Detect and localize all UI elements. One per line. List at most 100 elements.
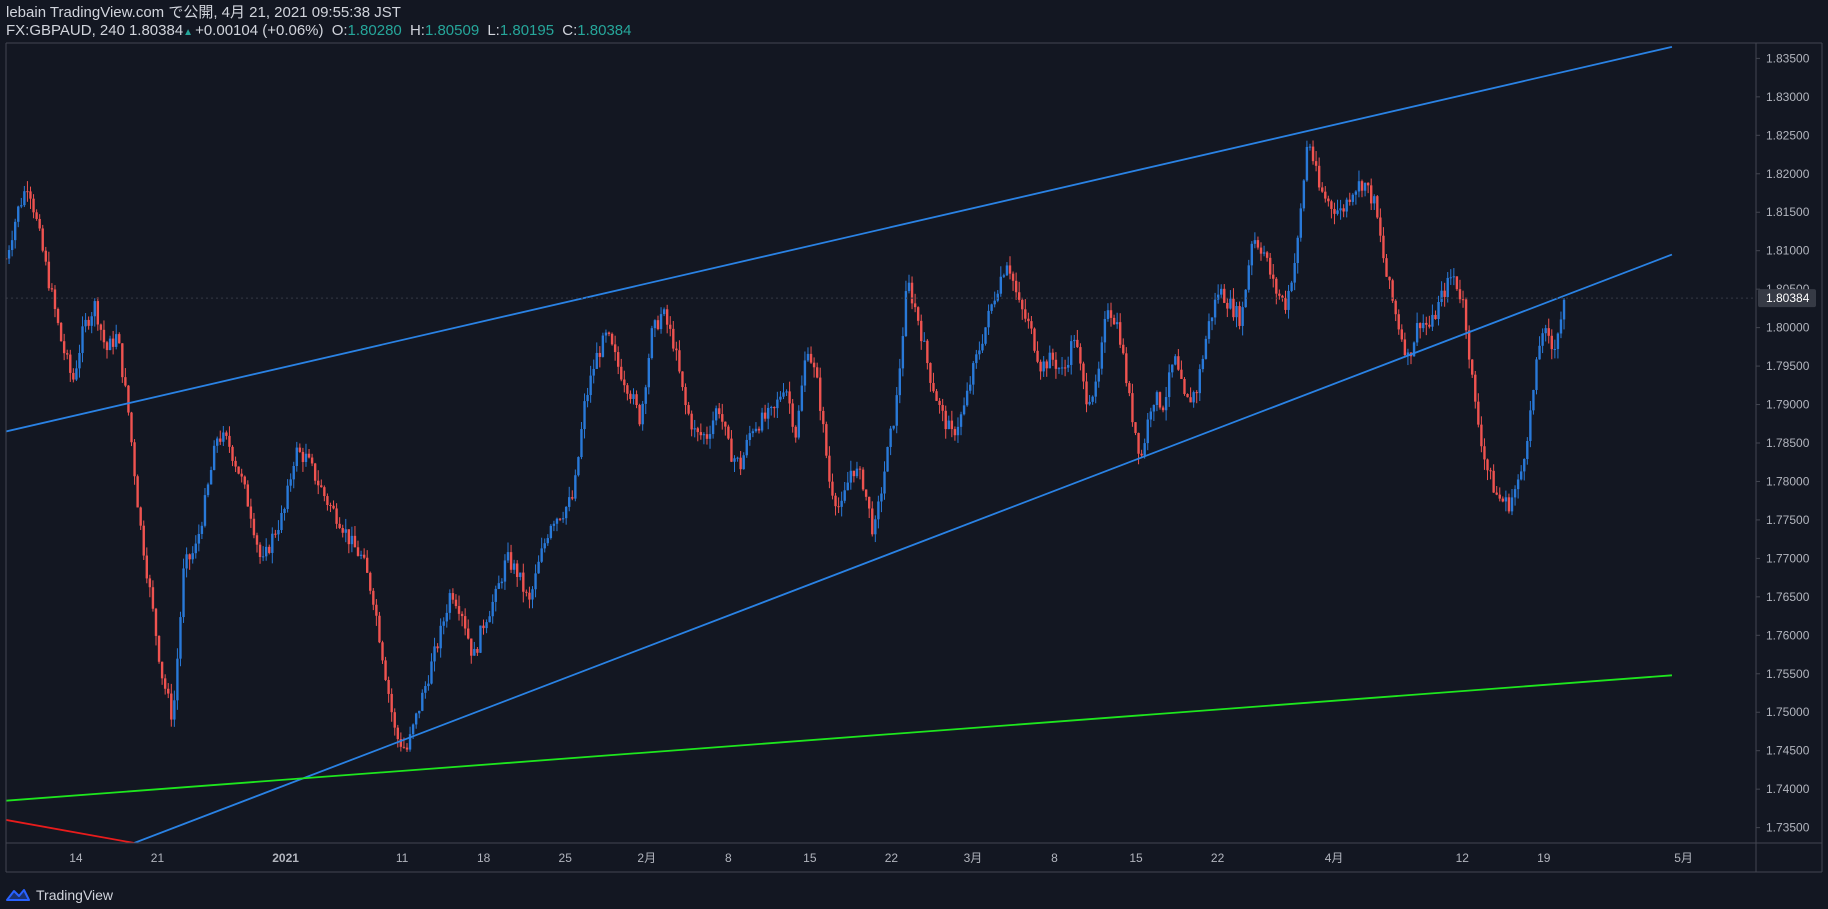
candle-body [540,548,543,562]
candle-body [981,343,984,351]
brand-footer[interactable]: TradingView [6,887,113,903]
candle-body [800,385,804,411]
candle-body [849,470,853,483]
candle-body [552,523,556,526]
candle-body [1238,306,1241,326]
symbol-label[interactable]: FX:GBPAUD, 240 [6,22,125,39]
price-tick-label: 1.78000 [1766,474,1810,488]
candle-body [1464,299,1468,331]
candle-body [182,568,185,618]
candle-body [877,501,880,520]
candle-body [812,362,816,368]
candle-body [289,479,292,486]
candle-body [482,625,485,629]
candle-body [234,460,237,467]
candle-body [613,344,617,353]
candle-body [620,366,623,380]
candle-body [1434,314,1437,320]
candle-body [375,604,378,616]
candle-body [803,360,807,386]
candle-body [50,288,54,290]
candle-body [1354,191,1358,195]
candle-body [1311,146,1315,162]
candle-body [1186,393,1189,398]
time-tick-label: 21 [151,851,165,865]
candle-body [1446,277,1449,297]
candle-body [255,535,259,545]
candle-body [1216,294,1220,300]
price-tick-label: 1.77500 [1766,513,1810,527]
candle-body [797,410,800,438]
candle-body [739,457,742,470]
candle-body [1131,393,1134,423]
candle-body [512,563,516,570]
candle-body [442,621,445,626]
candle-body [1452,276,1456,278]
candle-body [90,316,93,326]
candle-body [892,425,895,429]
candle-body [644,387,647,404]
candle-body [690,413,693,430]
candle-body [1382,235,1385,259]
candle-body [228,435,231,447]
candle-body [656,320,660,330]
price-chart[interactable]: 1.83500 1.83000 1.82500 1.82000 1.81500 1.810… [0,0,1828,909]
candle-body [1507,497,1511,512]
open-value: 1.80280 [347,22,402,39]
candle-body [310,457,314,464]
candle-body [332,505,335,509]
candle-body [1431,314,1434,327]
candle-body [926,340,929,364]
candle-body [78,352,81,369]
candle-body [353,535,357,548]
candle-body [1262,252,1266,254]
candle-body [1024,309,1027,319]
candle-body [1057,368,1061,370]
price-tick-label: 1.83000 [1766,90,1810,104]
candle-body [1425,322,1428,325]
price-tick-label: 1.79500 [1766,359,1810,373]
candle-body [1553,348,1557,350]
time-tick-label: 22 [1211,851,1225,865]
candle-body [1112,317,1116,325]
candle-body [200,525,204,534]
candle-body [436,646,439,649]
candle-body [114,334,118,347]
candle-body [519,572,522,577]
candle-body [1021,299,1024,310]
candle-body [280,512,283,531]
candle-body [124,377,127,386]
candle-body [108,338,112,351]
candle-body [604,332,608,336]
candle-body [1510,497,1514,512]
candle-body [953,429,957,436]
candle-body [62,341,66,354]
candle-body [788,391,791,404]
candle-body [794,426,797,438]
candle-body [1513,489,1517,498]
price-tick-label: 1.76000 [1766,628,1810,642]
candle-body [819,377,822,411]
candle-body [133,442,136,477]
candle-body [1327,198,1330,202]
time-tick-label: 8 [725,851,732,865]
candle-body [1544,328,1547,334]
candle-body [825,424,828,456]
candle-body [1369,185,1373,204]
candle-body [1122,344,1125,354]
time-tick-label: 5月 [1674,851,1693,865]
candle-body [356,547,360,556]
candle-body [1250,243,1254,266]
candle-body [1501,498,1505,502]
candle-body [1284,297,1287,310]
candle-body [38,218,41,229]
candle-body [1073,339,1076,342]
candle-body [335,508,338,524]
candle-body [136,476,139,508]
candle-body [583,401,586,430]
candle-body [1366,182,1370,186]
candle-body [1014,280,1018,293]
candle-body [1189,397,1192,403]
candle-body [1229,298,1232,309]
candle-body [1471,359,1474,375]
